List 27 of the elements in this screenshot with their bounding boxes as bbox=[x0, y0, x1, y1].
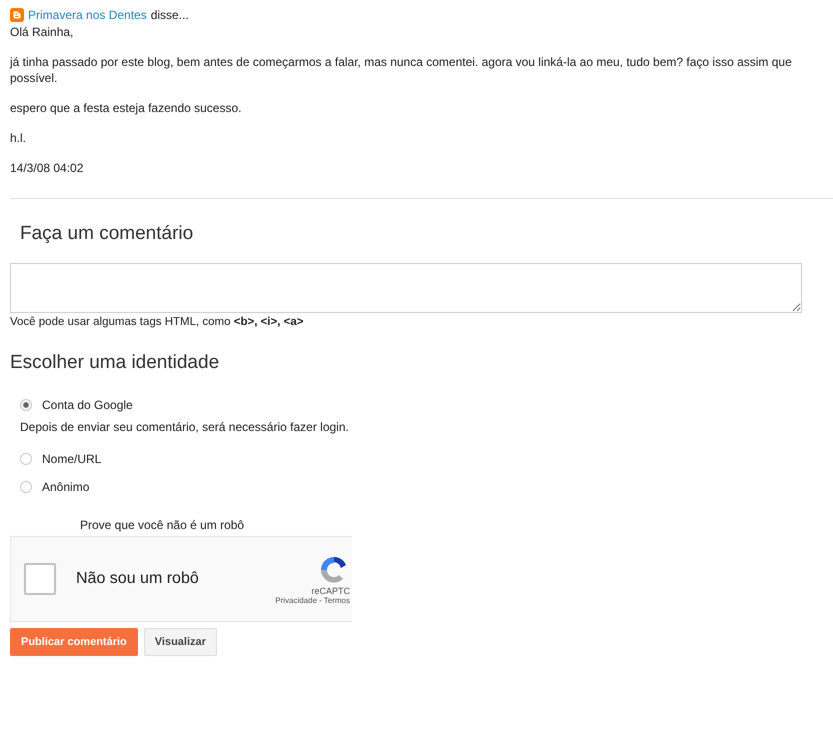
captcha-label: Não sou um robô bbox=[76, 570, 200, 588]
captcha-prompt: Prove que você não é um robô bbox=[80, 518, 246, 532]
said-text: disse... bbox=[150, 8, 189, 22]
comment-text: h.l. bbox=[10, 130, 28, 146]
radio-label[interactable]: Anônimo bbox=[42, 480, 90, 494]
comment-field[interactable] bbox=[10, 263, 802, 313]
comment-text: Olá Rainha, bbox=[10, 24, 74, 40]
login-note: Depois de enviar seu comentário, será necessário fazer login. bbox=[20, 420, 350, 434]
preview-button[interactable]: Visualizar bbox=[144, 628, 217, 656]
radio-button[interactable] bbox=[20, 481, 32, 493]
comment-text: já tinha passado por este blog, bem antes de começarmos a falar, mas nunca comentei. agora vou linká-la ao meu, tudo bem? faço isso assim que possível. bbox=[10, 54, 793, 86]
radio-label[interactable]: Conta do Google bbox=[42, 398, 133, 412]
link-separator: - bbox=[319, 596, 322, 604]
recaptcha-brand: reCAPTC bbox=[311, 586, 350, 596]
blogger-icon bbox=[10, 8, 24, 22]
form-heading: Faça um comentário bbox=[19, 222, 194, 246]
radio-button[interactable] bbox=[20, 399, 32, 411]
radio-label[interactable]: Nome/URL bbox=[42, 452, 102, 466]
html-hint: Você pode usar algumas tags HTML, como <b>, <i>, <a> bbox=[10, 316, 304, 328]
identity-heading: Escolher uma identidade bbox=[10, 352, 220, 375]
comment-timestamp: 14/3/08 04:02 bbox=[10, 160, 84, 176]
terms-link[interactable]: Termos bbox=[324, 596, 350, 604]
privacy-link[interactable]: Privacidade bbox=[275, 596, 318, 604]
author-link[interactable]: Primavera nos Dentes bbox=[28, 8, 147, 22]
comment-text: espero que a festa esteja fazendo sucesso. bbox=[10, 100, 242, 116]
captcha-checkbox[interactable] bbox=[24, 563, 56, 595]
radio-button[interactable] bbox=[20, 453, 32, 465]
